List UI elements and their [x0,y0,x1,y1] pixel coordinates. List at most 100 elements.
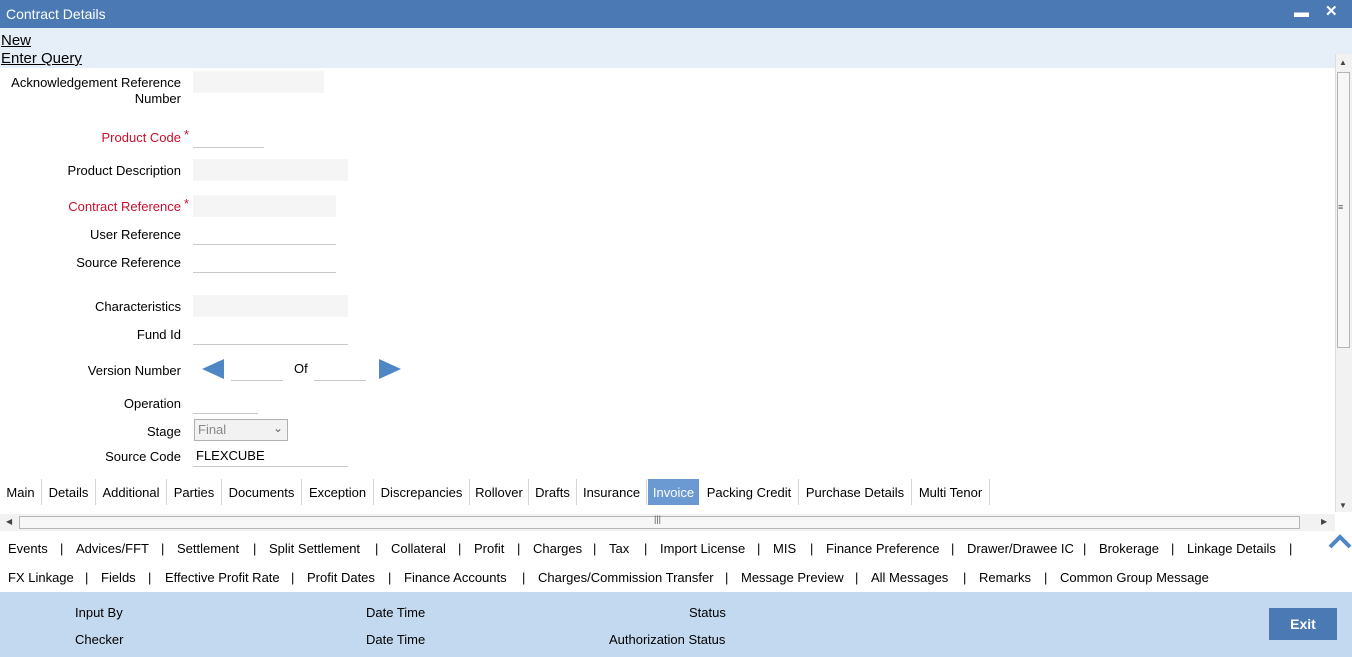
charges-commission-transfer-link[interactable]: Charges/Commission Transfer [538,570,714,585]
version-number-field[interactable] [231,359,283,381]
separator: | [458,541,462,556]
scroll-down-icon[interactable]: ▼ [1339,501,1347,510]
grip-icon: ≡ [1338,202,1344,212]
brokerage-link[interactable]: Brokerage [1099,541,1159,556]
separator: | [291,570,295,585]
tab-packing-credit[interactable]: Packing Credit [700,479,799,505]
product-code-field[interactable] [193,126,264,148]
required-marker: * [184,127,190,142]
tab-insurance[interactable]: Insurance [577,479,647,505]
tab-details[interactable]: Details [42,479,96,505]
separator: | [375,541,379,556]
advices-fft-link[interactable]: Advices/FFT [76,541,149,556]
stage-select-value: Final [198,422,227,437]
stage-label: Stage [147,424,181,439]
next-version-icon[interactable] [379,359,401,379]
tab-invoice[interactable]: Invoice [648,479,699,505]
finance-accounts-link[interactable]: Finance Accounts [404,570,507,585]
window-title-bar: Contract Details ▬ ✕ [0,0,1352,28]
user-reference-label: User Reference [89,227,181,242]
product-code-label: Product Code [101,130,182,145]
characteristics-label: Characteristics [95,299,181,314]
separator: | [388,570,392,585]
finance-preference-link[interactable]: Finance Preference [826,541,939,556]
remarks-link[interactable]: Remarks [979,570,1031,585]
ack-reference-field[interactable] [193,71,324,93]
fx-linkage-link[interactable]: FX Linkage [8,570,74,585]
tab-purchase-details[interactable]: Purchase Details [799,479,912,505]
total-versions-field[interactable] [314,359,366,381]
tab-additional[interactable]: Additional [96,479,167,505]
tab-exception[interactable]: Exception [302,479,374,505]
message-preview-link[interactable]: Message Preview [741,570,844,585]
tab-rollover[interactable]: Rollover [470,479,529,505]
scroll-right-icon[interactable]: ▶ [1321,517,1327,526]
separator: | [161,541,165,556]
mis-link[interactable]: MIS [773,541,796,556]
source-reference-field[interactable] [193,251,336,273]
effective-profit-rate-link[interactable]: Effective Profit Rate [165,570,280,585]
source-reference-label: Source Reference [76,255,181,270]
separator: | [1083,541,1087,556]
split-settlement-link[interactable]: Split Settlement [269,541,360,556]
product-description-field[interactable] [193,159,348,181]
exit-button[interactable]: Exit [1269,608,1337,640]
separator: | [855,570,859,585]
charges-link[interactable]: Charges [533,541,582,556]
stage-select[interactable]: Final ⌄ [194,419,288,441]
of-label: Of [294,361,308,376]
linkage-details-link[interactable]: Linkage Details [1187,541,1276,556]
vertical-scrollbar[interactable]: ▲ ≡ ▼ [1335,54,1352,512]
tab-drafts[interactable]: Drafts [529,479,577,505]
tab-discrepancies[interactable]: Discrepancies [374,479,470,505]
ack-reference-label-line2: Number [134,91,181,106]
checker-label: Checker [75,632,124,647]
source-code-field[interactable]: FLEXCUBE [193,445,348,467]
fields-link[interactable]: Fields [101,570,136,585]
product-description-label: Product Description [67,163,181,178]
settlement-link[interactable]: Settlement [177,541,239,556]
grip-icon: ||| [654,514,662,524]
separator: | [1044,570,1048,585]
profit-dates-link[interactable]: Profit Dates [307,570,375,585]
minimize-icon[interactable]: ▬ [1294,4,1309,21]
characteristics-field[interactable] [193,295,348,317]
tab-multi-tenor[interactable]: Multi Tenor [912,479,990,505]
profit-link[interactable]: Profit [474,541,504,556]
scroll-left-icon[interactable]: ◀ [6,517,12,526]
separator: | [148,570,152,585]
operation-field[interactable] [193,392,258,414]
drawer-drawee-ic-link[interactable]: Drawer/Drawee IC [967,541,1074,556]
required-marker: * [184,196,190,211]
events-link[interactable]: Events [8,541,48,556]
date-time-label: Date Time [366,605,426,620]
all-messages-link[interactable]: All Messages [871,570,948,585]
common-group-message-link[interactable]: Common Group Message [1060,570,1209,585]
fund-id-field[interactable] [193,323,348,345]
close-icon[interactable]: ✕ [1325,2,1338,20]
contract-reference-label: Contract Reference [68,199,181,214]
tab-documents[interactable]: Documents [222,479,302,505]
authorization-status-label: Authorization Status [609,632,726,647]
tax-link[interactable]: Tax [609,541,629,556]
horizontal-scrollbar[interactable]: ◀ ||| ▶ [0,514,1335,531]
window-title: Contract Details [6,6,106,22]
previous-version-icon[interactable] [202,359,224,379]
subsystem-links-row-2: FX Linkage | Fields | Effective Profit R… [0,563,1352,592]
import-license-link[interactable]: Import License [660,541,745,556]
enter-query-link[interactable]: Enter Query [1,50,82,67]
scroll-up-icon[interactable]: ▲ [1339,58,1347,67]
separator: | [725,570,729,585]
collapse-chevron-up-icon[interactable] [1327,533,1352,551]
separator: | [1289,541,1293,556]
collateral-link[interactable]: Collateral [391,541,446,556]
contract-tabs: Main Details Additional Parties Document… [0,478,1000,506]
tab-parties[interactable]: Parties [167,479,222,505]
contract-reference-field[interactable] [193,195,336,217]
new-link[interactable]: New [1,32,31,49]
audit-footer: Input By Checker Date Time Date Time Sta… [0,592,1352,657]
separator: | [517,541,521,556]
checker-date-time-label: Date Time [366,632,426,647]
tab-main[interactable]: Main [0,479,42,505]
user-reference-field[interactable] [193,223,336,245]
